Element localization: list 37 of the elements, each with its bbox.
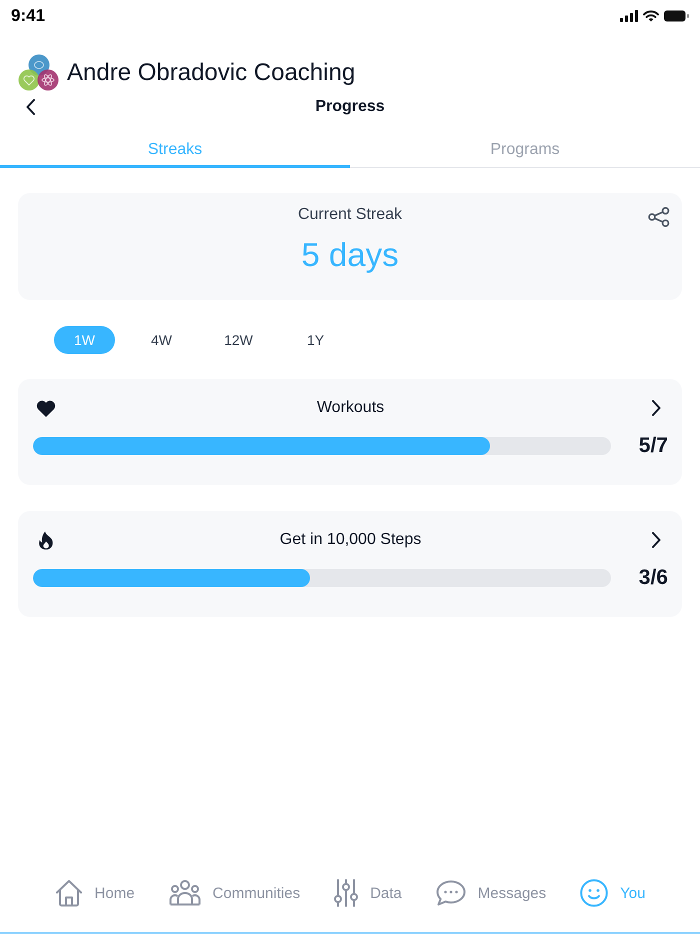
heart-icon <box>36 398 56 418</box>
signal-icon <box>620 10 638 22</box>
smiley-icon <box>580 879 608 907</box>
nav-item[interactable]: You <box>580 879 646 907</box>
nav-item[interactable]: Messages <box>436 880 546 906</box>
goal-card[interactable]: Get in 10,000 Steps 3/6 <box>18 511 682 617</box>
tab[interactable]: Streaks <box>0 134 350 168</box>
share-icon <box>648 207 670 227</box>
progress-count: 3/6 <box>638 566 668 590</box>
streak-value: 5 days <box>301 236 399 274</box>
progress-count: 5/7 <box>638 434 668 458</box>
share-button[interactable] <box>647 206 671 228</box>
nav-item[interactable]: Communities <box>168 880 300 906</box>
back-chevron-icon <box>26 99 34 115</box>
goal-title: Workouts <box>316 399 384 417</box>
period-chip[interactable]: 12W <box>208 326 269 354</box>
goal-title: Get in 10,000 Steps <box>280 531 422 549</box>
page-title: Progress <box>315 98 385 116</box>
streak-label: Current Streak <box>298 206 402 224</box>
period-chip[interactable]: 4W <box>131 326 192 354</box>
battery-icon <box>664 10 689 22</box>
tab[interactable]: Programs <box>350 134 700 168</box>
sliders-icon <box>334 879 358 907</box>
period-chip[interactable]: 1W <box>54 326 115 354</box>
chevron-right-icon <box>652 400 661 416</box>
nav-item[interactable]: Home <box>54 879 135 907</box>
brand-name: Andre Obradovic Coaching <box>67 59 356 87</box>
goal-card[interactable]: Workouts 5/7 <box>18 379 682 485</box>
chat-bubble-icon <box>436 880 466 906</box>
wifi-icon <box>643 10 659 22</box>
logo-icon <box>18 54 60 92</box>
people-icon <box>168 880 201 906</box>
home-icon <box>54 879 83 907</box>
status-time: 9:41 <box>11 6 46 26</box>
chevron-right-icon <box>652 532 661 548</box>
period-chip[interactable]: 1Y <box>285 326 346 354</box>
nav-item[interactable]: Data <box>334 879 402 907</box>
